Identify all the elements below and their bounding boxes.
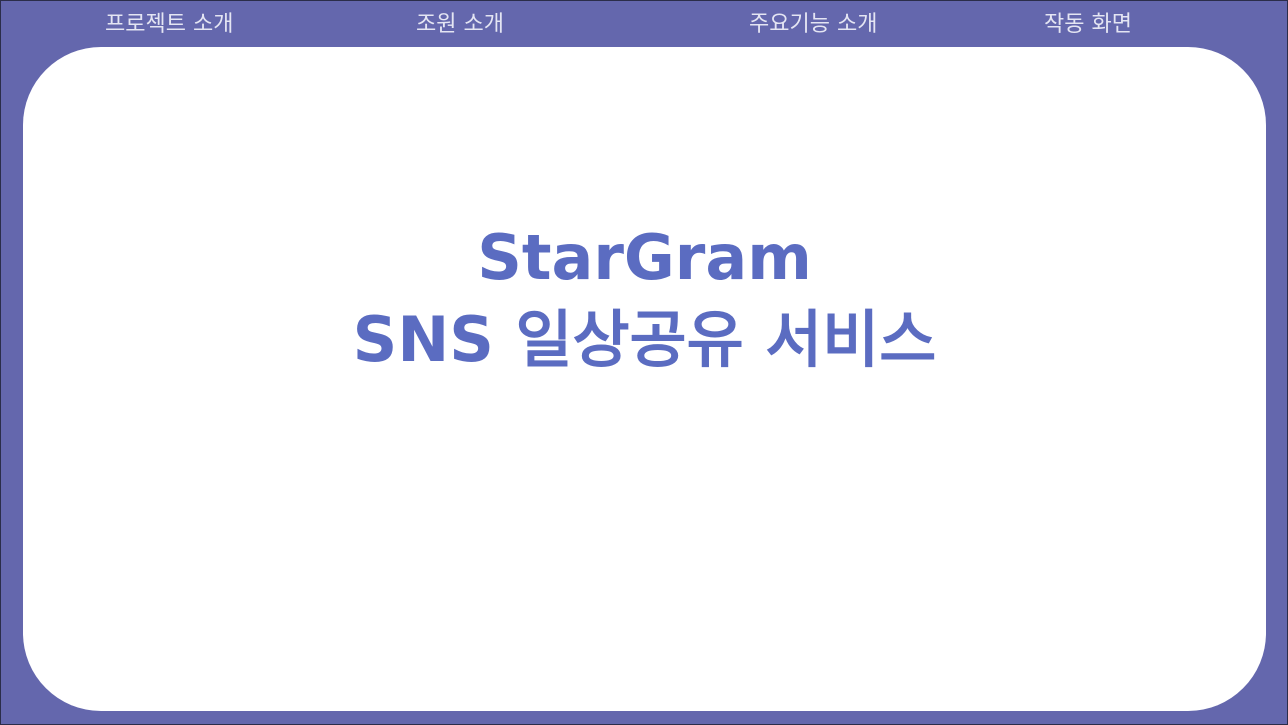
hero-title: StarGram SNS 일상공유 서비스 xyxy=(23,217,1266,381)
nav-item-team-intro[interactable]: 조원 소개 xyxy=(416,9,504,41)
nav-item-project-intro[interactable]: 프로젝트 소개 xyxy=(105,9,233,41)
hero-title-line2: SNS 일상공유 서비스 xyxy=(352,303,937,376)
nav-item-features[interactable]: 주요기능 소개 xyxy=(749,9,877,41)
nav-item-demo[interactable]: 작동 화면 xyxy=(1044,9,1132,41)
content-card: StarGram SNS 일상공유 서비스 xyxy=(23,47,1266,711)
slide: 프로젝트 소개 조원 소개 주요기능 소개 작동 화면 StarGram SNS… xyxy=(0,0,1288,725)
top-nav: 프로젝트 소개 조원 소개 주요기능 소개 작동 화면 xyxy=(1,1,1287,47)
hero-title-line1: StarGram xyxy=(477,221,812,294)
